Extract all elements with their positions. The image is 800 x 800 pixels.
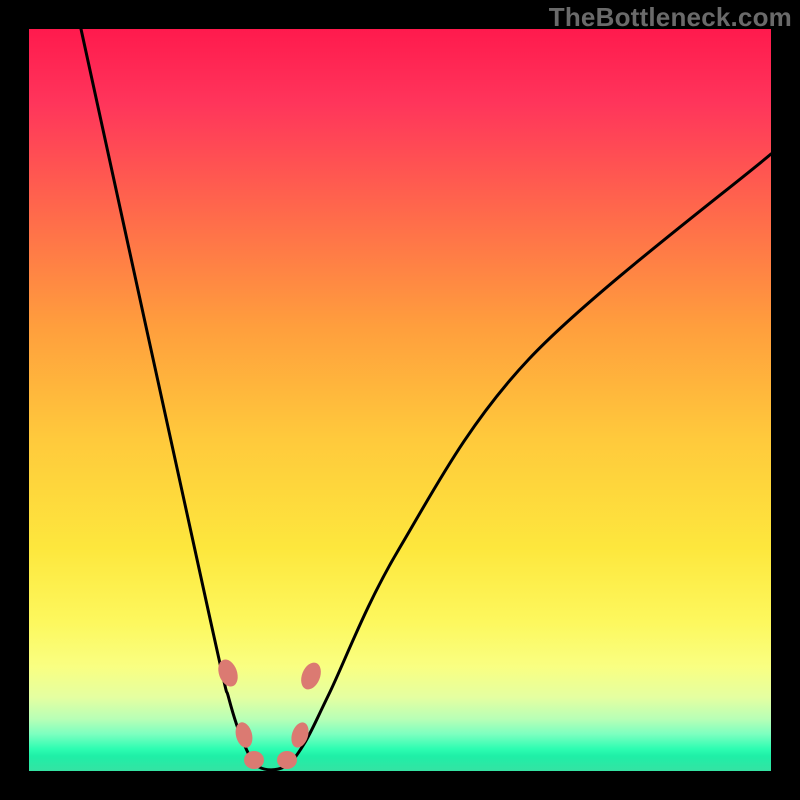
chart-plot-area bbox=[29, 29, 771, 771]
bottleneck-curve-path bbox=[81, 29, 771, 770]
curve-marker-5 bbox=[297, 660, 324, 693]
bottleneck-curve-svg bbox=[29, 29, 771, 771]
watermark-text: TheBottleneck.com bbox=[549, 2, 792, 33]
curve-markers-group bbox=[215, 657, 325, 769]
curve-marker-4 bbox=[288, 720, 311, 750]
curve-marker-2 bbox=[244, 751, 264, 769]
curve-marker-3 bbox=[277, 751, 297, 769]
